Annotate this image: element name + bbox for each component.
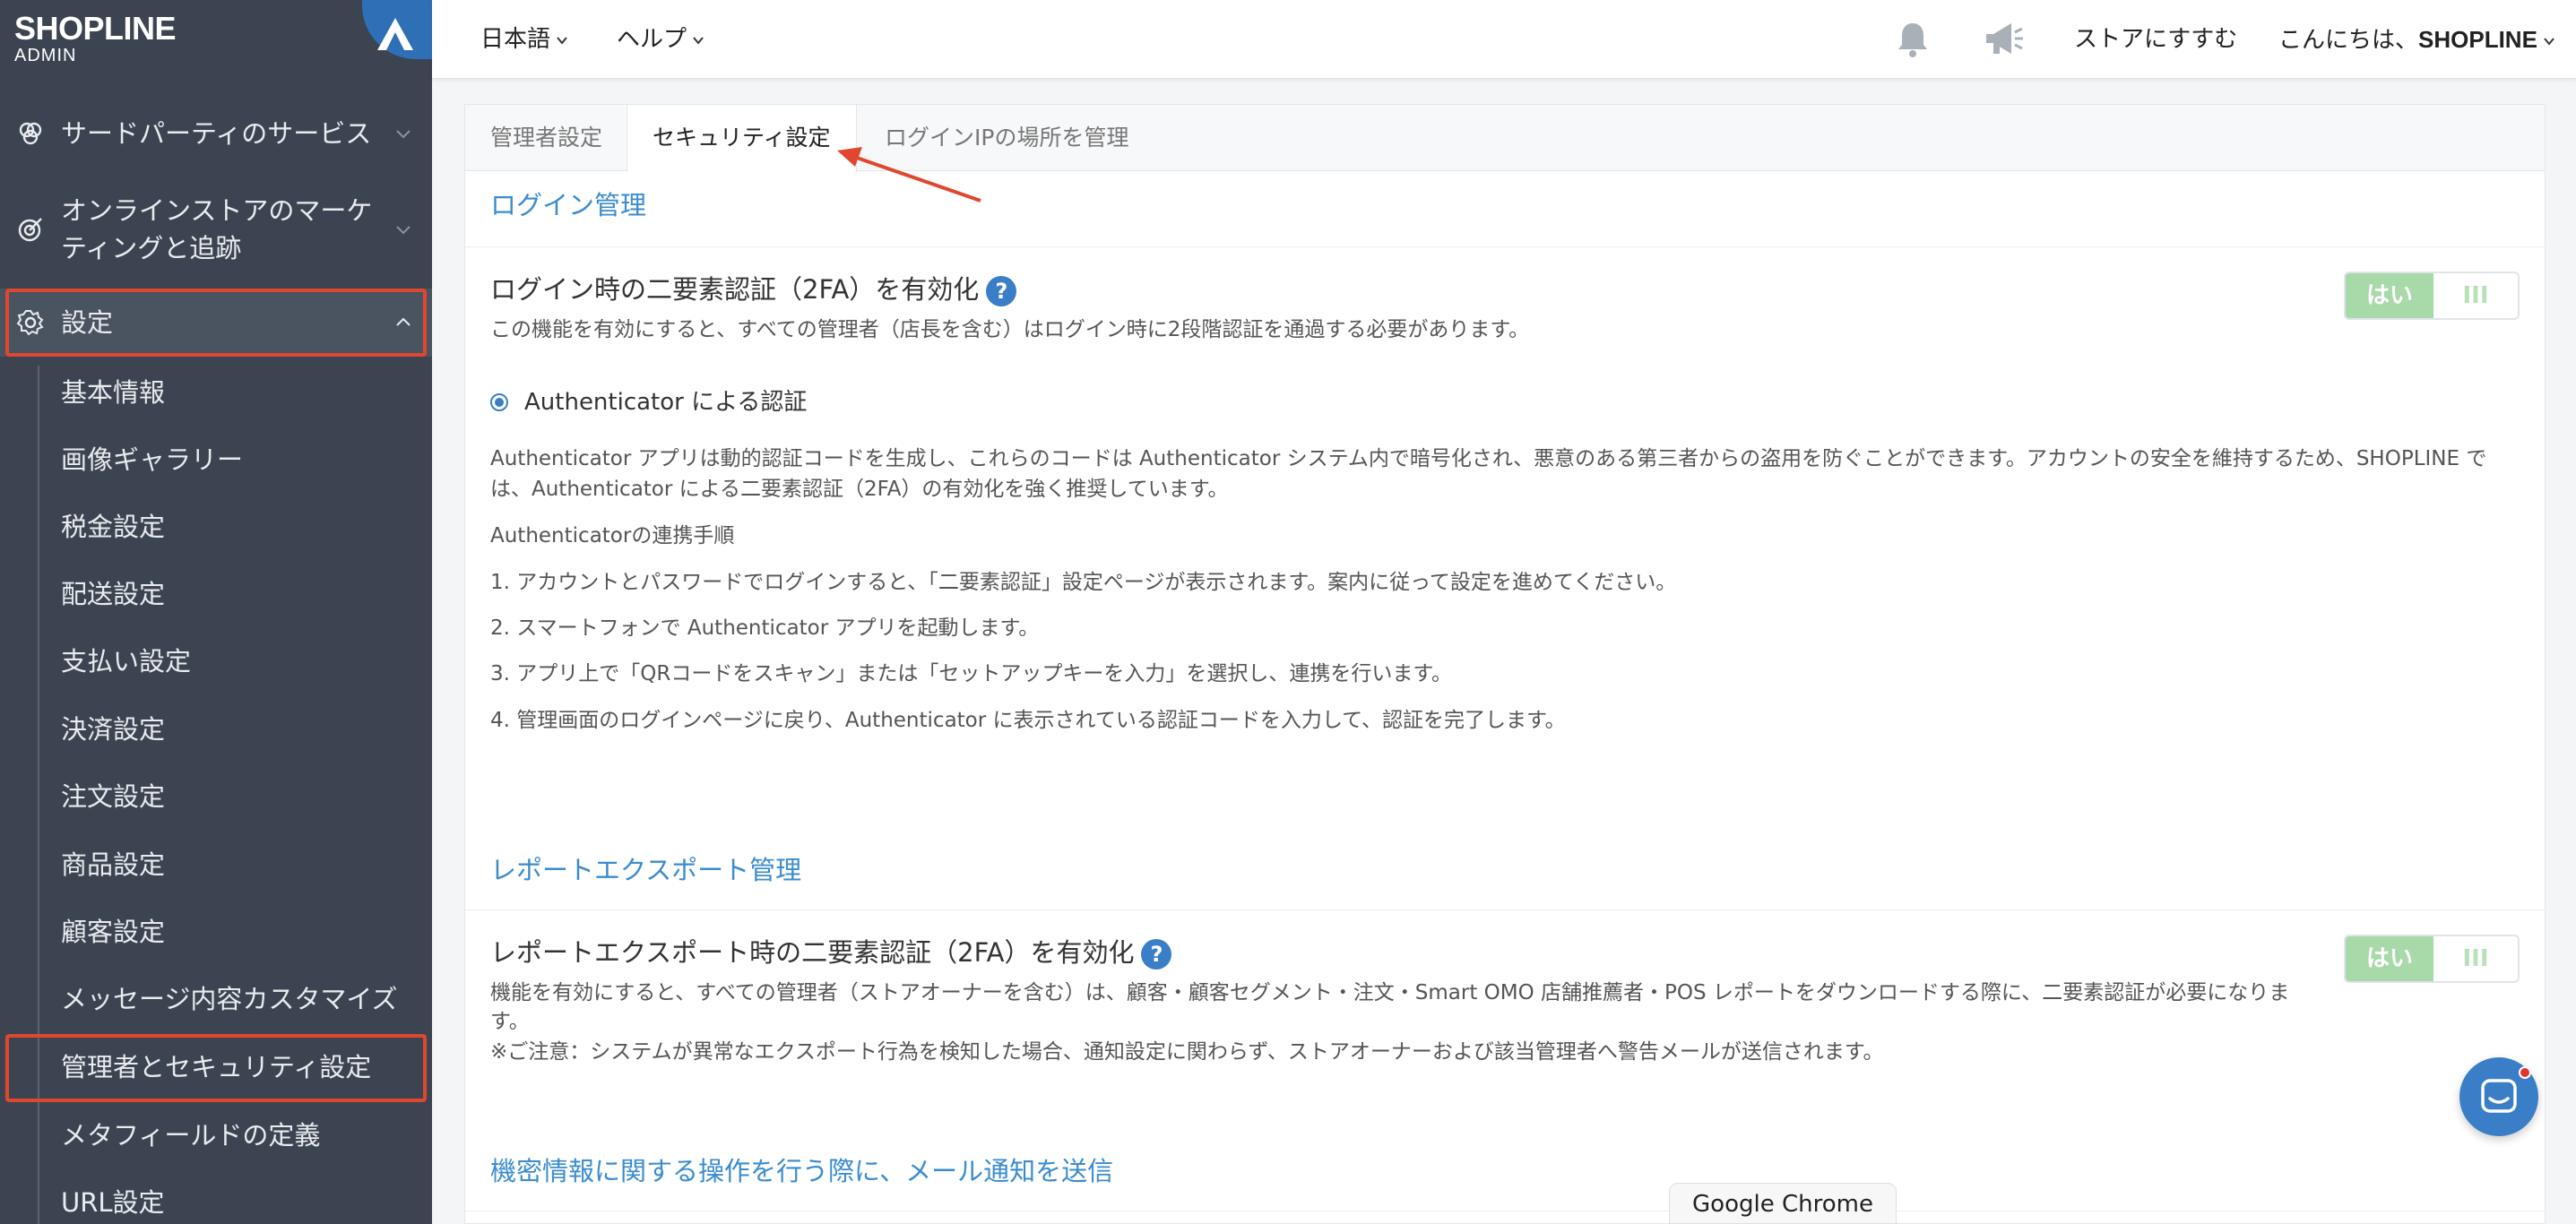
chevron-down-icon xyxy=(693,36,704,45)
shopline-logo[interactable]: SHOPLINE ADMIN xyxy=(14,10,177,65)
login-2fa-title: ログイン時の二要素認証（2FA）を有効化? xyxy=(490,272,1017,307)
step-item: 2. スマートフォンで Authenticator アプリを起動します。 xyxy=(490,616,1040,640)
chat-icon xyxy=(2481,1079,2517,1113)
report-2fa-desc-line2: す。 xyxy=(490,1010,530,1033)
megaphone-icon[interactable] xyxy=(1983,20,2026,59)
sidebar-item-marketing[interactable]: オンラインストアのマーケ ティングと追跡 xyxy=(0,192,432,267)
step-item: 4. 管理画面のログインページに戻り、Authenticator に表示されてい… xyxy=(490,709,1566,732)
sidebar-sub-item[interactable]: 注文設定 xyxy=(61,779,165,815)
language-label: 日本語 xyxy=(480,26,551,53)
greeting-label: こんにちは、 xyxy=(2278,27,2419,54)
chevron-down-icon xyxy=(396,226,411,235)
report-2fa-title-text: レポートエクスポート時の二要素認証（2FA）を有効化 xyxy=(490,937,1135,968)
app-tooltip: Google Chrome xyxy=(1669,1183,1897,1224)
authenticator-radio[interactable] xyxy=(490,393,508,411)
step-item: 3. アプリ上で「QRコードをスキャン」または「セットアップキーを入力」を選択し… xyxy=(490,662,1453,685)
sidebar-item-label: オンラインストアのマーケ xyxy=(61,195,373,226)
help-dropdown[interactable]: ヘルプ xyxy=(617,22,705,57)
sidebar-item-third-party[interactable]: サードパーティのサービス xyxy=(0,115,432,152)
highlight-box-settings xyxy=(5,289,427,357)
tab-bar: 管理者設定 セキュリティ設定 ログインIPの場所を管理 xyxy=(465,105,2545,172)
user-menu[interactable]: こんにちは、SHOPLINE xyxy=(2278,22,2555,58)
third-party-icon xyxy=(19,122,42,145)
sidebar-item-label: サードパーティのサービス xyxy=(61,118,372,149)
sidebar-sub-item[interactable]: 税金設定 xyxy=(61,509,165,545)
chevron-down-icon xyxy=(396,130,411,139)
tab-login-ip[interactable]: ログインIPの場所を管理 xyxy=(860,105,1154,171)
login-2fa-desc: この機能を有効にすると、すべての管理者（店長を含む）はログイン時に2段階認証を通… xyxy=(490,318,1530,341)
sidebar: SHOPLINE ADMIN サードパーティのサービス オンラインストアのマーケ… xyxy=(0,0,432,1224)
sidebar-sub-item[interactable]: 決済設定 xyxy=(61,711,165,747)
authenticator-body-line2: は、Authenticator による二要素認証（2FA）の有効化を強く推奨して… xyxy=(490,478,1229,501)
section-title-login: ログイン管理 xyxy=(490,190,647,220)
chat-support-button[interactable] xyxy=(2459,1057,2538,1136)
section-title-report: レポートエクスポート管理 xyxy=(490,855,802,885)
help-icon[interactable]: ? xyxy=(986,276,1017,306)
highlight-box-admin-security xyxy=(5,1034,427,1102)
sidebar-sub-item[interactable]: 基本情報 xyxy=(61,375,165,410)
toggle-off-label: III xyxy=(2462,945,2489,972)
help-label: ヘルプ xyxy=(617,26,687,53)
login-2fa-toggle[interactable]: はい III xyxy=(2344,272,2520,320)
content-panel: 管理者設定 セキュリティ設定 ログインIPの場所を管理 ログイン管理 ログイン時… xyxy=(464,104,2546,1224)
brand-sub: ADMIN xyxy=(14,46,77,65)
sidebar-sub-item[interactable]: 画像ギャラリー xyxy=(61,442,243,478)
section-title-notify: 機密情報に関する操作を行う際に、メール通知を送信 xyxy=(490,1156,1114,1186)
brand-name: SHOPLINE xyxy=(14,10,177,47)
sidebar-sub-item[interactable]: 顧客設定 xyxy=(61,914,165,950)
sidebar-sub-item[interactable]: 商品設定 xyxy=(61,847,165,883)
help-icon[interactable]: ? xyxy=(1141,939,1172,970)
authenticator-body-line1: Authenticator アプリは動的認証コードを生成し、これらのコードは A… xyxy=(490,447,2487,470)
bell-icon[interactable] xyxy=(1893,20,1932,59)
chevron-down-icon xyxy=(2544,37,2554,46)
login-2fa-title-text: ログイン時の二要素認証（2FA）を有効化 xyxy=(490,274,980,305)
tab-admin-settings[interactable]: 管理者設定 xyxy=(465,105,627,171)
user-name: SHOPLINE xyxy=(2418,26,2537,53)
toggle-on-label: はい xyxy=(2346,936,2433,981)
top-bar: 日本語 ヘルプ ストアにすすむ こんにちは、SHOPLINE xyxy=(432,0,2576,79)
toggle-off-label: III xyxy=(2462,282,2489,309)
language-dropdown[interactable]: 日本語 xyxy=(480,22,568,57)
chevron-down-icon xyxy=(557,36,567,45)
notification-dot xyxy=(2519,1066,2531,1079)
report-2fa-title: レポートエクスポート時の二要素認証（2FA）を有効化? xyxy=(490,935,1172,970)
store-link[interactable]: ストアにすすむ xyxy=(2074,22,2237,57)
tab-security-settings[interactable]: セキュリティ設定 xyxy=(627,105,857,172)
steps-title: Authenticatorの連携手順 xyxy=(490,524,735,547)
sidebar-sub-item[interactable]: 支払い設定 xyxy=(61,643,191,679)
report-2fa-desc-line1: 機能を有効にすると、すべての管理者（ストアオーナーを含む）は、顧客・顧客セグメン… xyxy=(490,981,2290,1004)
app-mark-icon[interactable] xyxy=(362,0,432,59)
divider xyxy=(465,246,2545,247)
sidebar-sub-item[interactable]: メタフィールドの定義 xyxy=(61,1117,320,1153)
sidebar-sub-item[interactable]: メッセージ内容カスタマイズ xyxy=(61,981,398,1017)
report-2fa-notice: ※ご注意：システムが異常なエクスポート行為を検知した場合、通知設定に関わらず、ス… xyxy=(490,1040,1884,1064)
sidebar-sub-item[interactable]: URL設定 xyxy=(61,1185,165,1220)
sidebar-item-label-line2: ティングと追跡 xyxy=(61,233,242,263)
report-2fa-toggle[interactable]: はい III xyxy=(2344,935,2520,983)
divider xyxy=(465,909,2545,910)
marketing-target-icon xyxy=(18,218,42,242)
sidebar-sub-item[interactable]: 配送設定 xyxy=(61,576,165,612)
step-item: 1. アカウントとパスワードでログインすると、「二要素認証」設定ページが表示され… xyxy=(490,571,1677,594)
authenticator-radio-label[interactable]: Authenticator による認証 xyxy=(524,386,807,418)
toggle-on-label: はい xyxy=(2346,273,2433,318)
